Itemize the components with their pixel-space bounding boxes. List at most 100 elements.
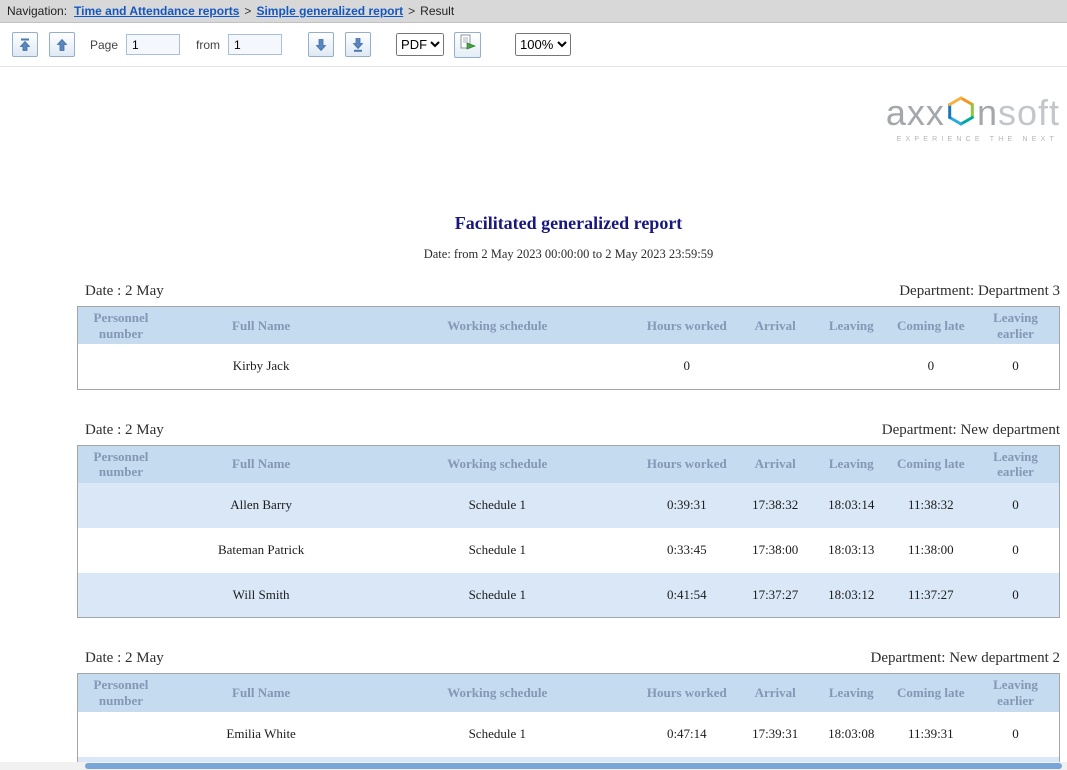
next-page-button[interactable] bbox=[308, 32, 334, 57]
column-header-working-schedule: Working schedule bbox=[358, 307, 636, 345]
cell-personnel-number bbox=[78, 573, 164, 618]
cell-arrival: 17:38:00 bbox=[737, 528, 813, 573]
pager-toolbar: Page from PDF bbox=[0, 23, 1067, 67]
column-header-arrival: Arrival bbox=[737, 445, 813, 483]
cell-hours-worked: 0:39:31 bbox=[636, 483, 737, 528]
cell-hours-worked: 0:47:14 bbox=[636, 712, 737, 757]
cell-leaving: 18:03:08 bbox=[813, 712, 890, 757]
section-header: Date : 2 MayDepartment: Department 3 bbox=[77, 283, 1060, 300]
breadcrumb-link-simple-generalized-report[interactable]: Simple generalized report bbox=[256, 4, 403, 18]
logo-text-prefix: axx bbox=[886, 95, 945, 131]
export-report-icon bbox=[459, 34, 477, 55]
horizontal-scrollbar[interactable] bbox=[0, 762, 1067, 770]
cell-working-schedule: Schedule 1 bbox=[358, 712, 636, 757]
breadcrumb-separator: > bbox=[408, 4, 415, 18]
cell-hours-worked: 0:33:45 bbox=[636, 528, 737, 573]
cell-leaving: 18:03:14 bbox=[813, 483, 890, 528]
cell-coming-late: 11:39:31 bbox=[890, 712, 972, 757]
cell-coming-late: 11:37:27 bbox=[890, 573, 972, 618]
column-header-leaving: Leaving bbox=[813, 445, 890, 483]
export-button[interactable] bbox=[454, 32, 481, 58]
table-row: Bateman PatrickSchedule 10:33:4517:38:00… bbox=[78, 528, 1060, 573]
column-header-coming-late: Coming late bbox=[890, 674, 972, 712]
section-date-label: Date : 2 May bbox=[85, 650, 164, 667]
cell-leaving-earlier: 0 bbox=[972, 483, 1059, 528]
cell-hours-worked: 0 bbox=[636, 344, 737, 389]
cell-full-name: Bateman Patrick bbox=[164, 528, 358, 573]
column-header-arrival: Arrival bbox=[737, 674, 813, 712]
report-section: Date : 2 May Department: New department 2… bbox=[77, 650, 1060, 770]
section-department-label: Department: New department 2 bbox=[870, 650, 1060, 667]
breadcrumb: Navigation: Time and Attendance reports … bbox=[0, 0, 1067, 23]
last-page-button[interactable] bbox=[345, 32, 371, 57]
cell-leaving: 18:03:13 bbox=[813, 528, 890, 573]
column-header-personnel-number: Personnel number bbox=[78, 674, 164, 712]
cell-personnel-number bbox=[78, 344, 164, 389]
first-page-button[interactable] bbox=[12, 32, 38, 57]
column-header-leaving-earlier: Leaving earlier bbox=[972, 445, 1059, 483]
page-number-input[interactable] bbox=[126, 34, 180, 55]
cell-full-name: Kirby Jack bbox=[164, 344, 358, 389]
from-label: from bbox=[196, 38, 220, 52]
cell-leaving-earlier: 0 bbox=[972, 528, 1059, 573]
cell-working-schedule: Schedule 1 bbox=[358, 573, 636, 618]
page-label: Page bbox=[90, 38, 118, 52]
section-header: Date : 2 May Department: New department bbox=[77, 422, 1060, 439]
previous-page-button[interactable] bbox=[49, 32, 75, 57]
horizontal-scrollbar-thumb[interactable] bbox=[85, 763, 1062, 769]
report-table: Personnel numberFull NameWorking schedul… bbox=[77, 673, 1060, 770]
cell-full-name: Will Smith bbox=[164, 573, 358, 618]
cell-hours-worked: 0:41:54 bbox=[636, 573, 737, 618]
first-page-icon bbox=[18, 38, 32, 52]
axxonsoft-logo: axx n soft EXPERIENCE THE NEXT bbox=[77, 95, 1060, 167]
column-header-hours-worked: Hours worked bbox=[636, 674, 737, 712]
cell-working-schedule bbox=[358, 344, 636, 389]
report-date-range: Date: from 2 May 2023 00:00:00 to 2 May … bbox=[77, 247, 1060, 262]
cell-personnel-number bbox=[78, 712, 164, 757]
column-header-full-name: Full Name bbox=[164, 674, 358, 712]
export-format-select[interactable]: PDF bbox=[396, 33, 444, 56]
column-header-leaving: Leaving bbox=[813, 674, 890, 712]
column-header-working-schedule: Working schedule bbox=[358, 445, 636, 483]
section-header: Date : 2 May Department: New department 2 bbox=[77, 650, 1060, 667]
table-row: Will SmithSchedule 10:41:5417:37:2718:03… bbox=[78, 573, 1060, 618]
report-title: Facilitated generalized report bbox=[77, 213, 1060, 234]
section-date-label: Date : 2 May bbox=[85, 422, 164, 439]
report-table: Personnel numberFull NameWorking schedul… bbox=[77, 445, 1060, 619]
logo-text-suffix: soft bbox=[998, 95, 1060, 131]
zoom-select[interactable]: 100% bbox=[515, 33, 571, 56]
last-page-icon bbox=[351, 38, 365, 52]
table-row: Kirby Jack000 bbox=[78, 344, 1060, 389]
cell-arrival: 17:38:32 bbox=[737, 483, 813, 528]
breadcrumb-current: Result bbox=[420, 4, 454, 18]
column-header-full-name: Full Name bbox=[164, 307, 358, 345]
cell-coming-late: 11:38:00 bbox=[890, 528, 972, 573]
previous-page-icon bbox=[55, 38, 69, 52]
column-header-coming-late: Coming late bbox=[890, 445, 972, 483]
report-section: Date : 2 May Department: New department Pe… bbox=[77, 422, 1060, 619]
cell-working-schedule: Schedule 1 bbox=[358, 483, 636, 528]
table-header-row: Personnel numberFull NameWorking schedul… bbox=[78, 674, 1060, 712]
column-header-arrival: Arrival bbox=[737, 307, 813, 345]
cell-leaving-earlier: 0 bbox=[972, 573, 1059, 618]
column-header-leaving-earlier: Leaving earlier bbox=[972, 674, 1059, 712]
table-header-row: Personnel numberFull NameWorking schedul… bbox=[78, 307, 1060, 345]
section-department-label: Department: New department bbox=[882, 422, 1060, 439]
report-table: Personnel numberFull NameWorking schedul… bbox=[77, 306, 1060, 390]
cell-full-name: Allen Barry bbox=[164, 483, 358, 528]
column-header-personnel-number: Personnel number bbox=[78, 307, 164, 345]
report-sections: Date : 2 MayDepartment: Department 3Pers… bbox=[77, 283, 1060, 770]
cell-full-name: Emilia White bbox=[164, 712, 358, 757]
column-header-full-name: Full Name bbox=[164, 445, 358, 483]
logo-tagline: EXPERIENCE THE NEXT bbox=[897, 136, 1058, 143]
column-header-personnel-number: Personnel number bbox=[78, 445, 164, 483]
total-pages-input[interactable] bbox=[228, 34, 282, 55]
table-row: Allen BarrySchedule 10:39:3117:38:3218:0… bbox=[78, 483, 1060, 528]
breadcrumb-link-time-attendance-reports[interactable]: Time and Attendance reports bbox=[74, 4, 239, 18]
table-row: Emilia WhiteSchedule 10:47:1417:39:3118:… bbox=[78, 712, 1060, 757]
section-department-label: Department: Department 3 bbox=[899, 283, 1060, 300]
report-page: Navigation: Time and Attendance reports … bbox=[0, 0, 1067, 770]
report-content: axx n soft EXPERIENCE THE NEXT Facilitat… bbox=[0, 95, 1067, 770]
cell-leaving bbox=[813, 344, 890, 389]
cell-arrival: 17:37:27 bbox=[737, 573, 813, 618]
